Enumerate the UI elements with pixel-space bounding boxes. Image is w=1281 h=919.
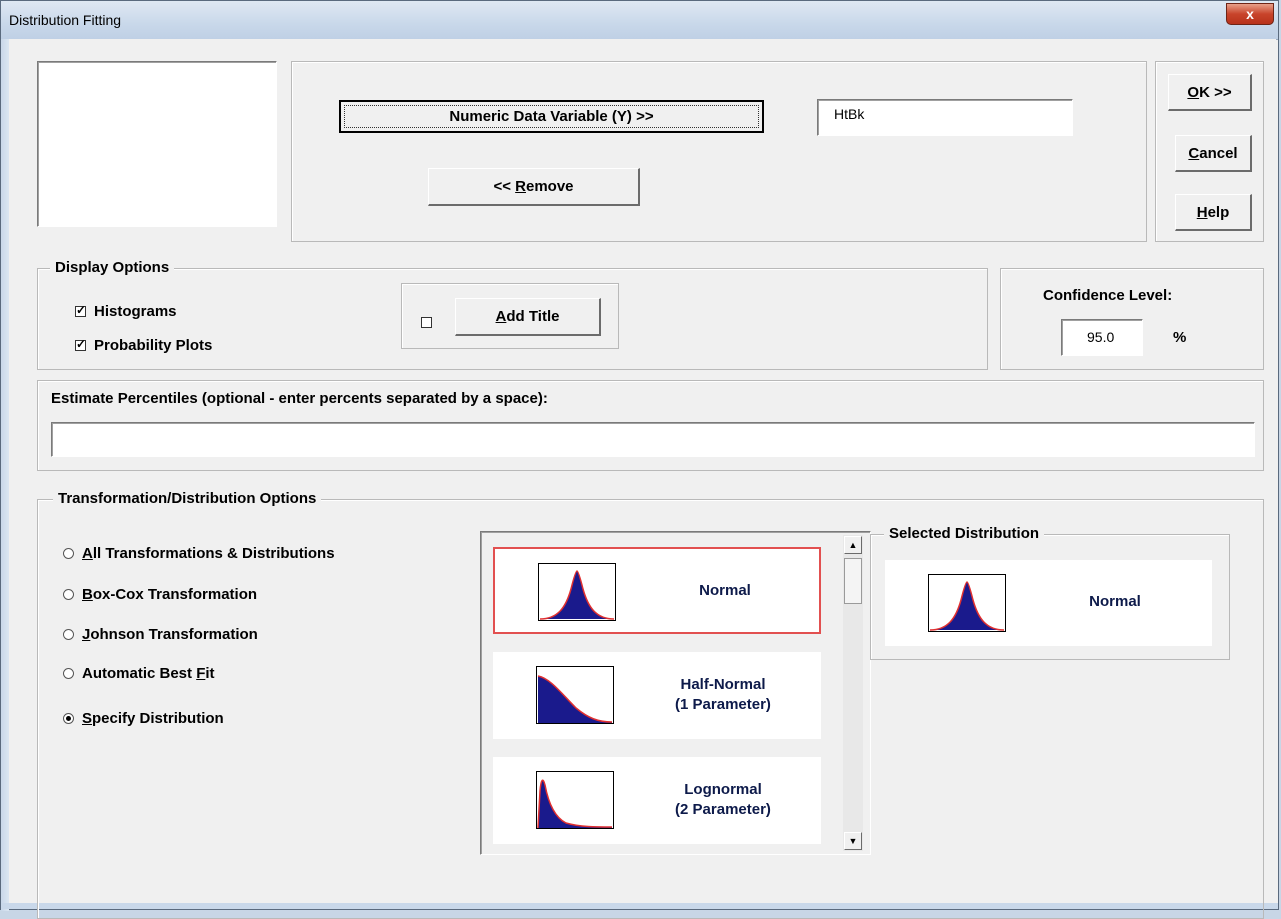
close-button[interactable]: x [1226, 3, 1274, 25]
normal-curve-icon [928, 574, 1006, 632]
add-title-checkbox[interactable] [421, 317, 432, 329]
percentiles-input[interactable] [51, 422, 1255, 457]
selected-distribution-label: Selected Distribution [884, 525, 1045, 542]
focus-rectangle [344, 105, 759, 128]
distribution-tile-half-normal[interactable]: Half-Normal (1 Parameter) [493, 652, 821, 739]
radio-johnson-dot[interactable] [63, 629, 74, 640]
selected-distribution-name: Normal [1089, 593, 1141, 610]
lognormal-curve-icon [536, 771, 614, 829]
radio-johnson[interactable]: Johnson Transformation [63, 626, 258, 643]
percentiles-label: Estimate Percentiles (optional - enter p… [51, 390, 548, 407]
percent-sign: % [1173, 329, 1187, 346]
radio-johnson-label: Johnson Transformation [82, 626, 258, 643]
probability-plots-checkbox[interactable] [75, 337, 86, 351]
variable-list[interactable] [37, 61, 277, 227]
histograms-label: Histograms [94, 303, 177, 320]
help-label: Help [1196, 203, 1230, 221]
confidence-level-label: Confidence Level: [1043, 287, 1173, 304]
cancel-button[interactable]: Cancel [1175, 135, 1252, 172]
help-button[interactable]: Help [1175, 194, 1252, 231]
numeric-data-variable-button[interactable]: Numeric Data Variable (Y) >> [339, 100, 764, 133]
radio-box-cox-dot[interactable] [63, 589, 74, 600]
remove-label: << Remove [493, 178, 574, 195]
distribution-tile-lognormal[interactable]: Lognormal (2 Parameter) [493, 757, 821, 844]
radio-automatic-best-fit[interactable]: Automatic Best Fit [63, 665, 215, 682]
selected-distribution-tile: Normal [885, 560, 1212, 646]
probability-plots-label: Probability Plots [94, 337, 213, 354]
confidence-level-input[interactable]: 95.0 [1061, 319, 1143, 356]
ok-label: OK >> [1187, 83, 1232, 101]
numeric-data-variable-field[interactable]: HtBk [817, 99, 1073, 136]
radio-all-transformations-label: All Transformations & Distributions [82, 545, 335, 562]
radio-specify-distribution-dot[interactable] [63, 713, 74, 724]
variable-selection-panel [291, 61, 1147, 242]
lognormal-tile-label: Lognormal (2 Parameter) [675, 781, 771, 818]
title-bar: Distribution Fitting x [1, 1, 1278, 40]
histograms-option[interactable]: Histograms [75, 303, 177, 320]
transformation-options-label: Transformation/Distribution Options [53, 490, 322, 507]
cancel-label: Cancel [1188, 144, 1238, 162]
distribution-fitting-dialog: Distribution Fitting x Numeric Data Vari… [0, 0, 1279, 919]
close-icon: x [1246, 6, 1254, 22]
remove-button[interactable]: << Remove [428, 168, 640, 206]
scroll-down-button[interactable]: ▼ [844, 832, 862, 850]
radio-automatic-best-fit-dot[interactable] [63, 668, 74, 679]
radio-all-transformations[interactable]: All Transformations & Distributions [63, 545, 335, 562]
radio-box-cox-label: Box-Cox Transformation [82, 586, 258, 603]
scrollbar-thumb[interactable] [844, 558, 862, 604]
confidence-level-value: 95.0 [1087, 329, 1115, 345]
window-frame-left [1, 39, 9, 911]
window-title: Distribution Fitting [9, 12, 122, 28]
dialog-client-area: Numeric Data Variable (Y) >> HtBk << Rem… [9, 39, 1276, 919]
radio-all-transformations-dot[interactable] [63, 548, 74, 559]
radio-automatic-best-fit-label: Automatic Best Fit [82, 665, 215, 682]
add-title-label: Add Title [495, 308, 560, 325]
add-title-button[interactable]: Add Title [455, 298, 601, 336]
half-normal-curve-icon [536, 666, 614, 724]
half-normal-tile-label: Half-Normal (1 Parameter) [675, 676, 771, 713]
distribution-tile-normal[interactable]: Normal [493, 547, 821, 634]
arrow-down-icon: ▼ [848, 836, 858, 846]
normal-tile-label: Normal [699, 582, 751, 599]
probability-plots-option[interactable]: Probability Plots [75, 337, 212, 354]
arrow-up-icon: ▲ [848, 540, 858, 550]
display-options-label: Display Options [50, 259, 175, 276]
normal-curve-icon [538, 563, 616, 621]
histograms-checkbox[interactable] [75, 303, 86, 317]
ok-button[interactable]: OK >> [1168, 74, 1252, 111]
numeric-data-variable-value: HtBk [834, 106, 865, 122]
radio-specify-distribution-label: Specify Distribution [82, 710, 224, 727]
radio-specify-distribution[interactable]: Specify Distribution [63, 710, 224, 727]
radio-box-cox[interactable]: Box-Cox Transformation [63, 586, 257, 603]
scroll-up-button[interactable]: ▲ [844, 536, 862, 554]
